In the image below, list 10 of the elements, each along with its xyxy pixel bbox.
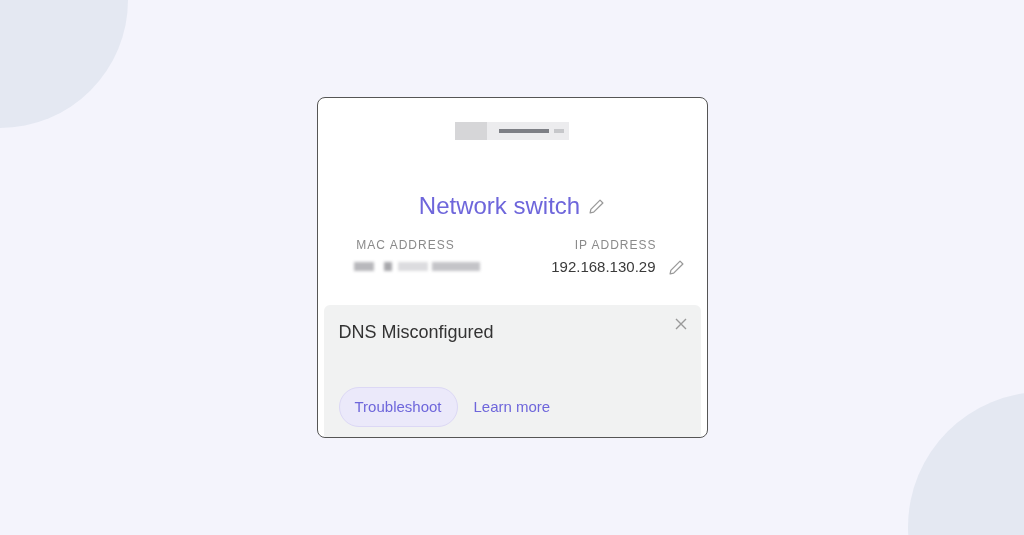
edit-icon[interactable] — [667, 258, 685, 276]
close-icon[interactable] — [674, 317, 687, 330]
edit-icon[interactable] — [588, 197, 606, 215]
learn-more-link[interactable]: Learn more — [473, 395, 551, 419]
field-label: IP ADDRESS — [574, 237, 657, 254]
alert-title: DNS Misconfigured — [338, 320, 494, 344]
ip-address-value: 192.168.130.29 — [551, 257, 656, 277]
field-label: MAC ADDRESS — [356, 237, 455, 254]
troubleshoot-button[interactable]: Troubleshoot — [338, 387, 458, 427]
device-title: Network switch — [418, 191, 581, 221]
